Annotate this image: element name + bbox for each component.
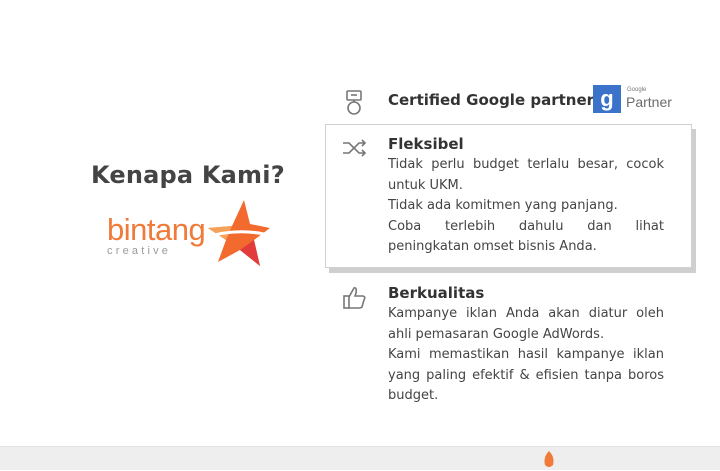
feature-description: Kampanye iklan Anda akan diatur oleh ahl… (388, 304, 664, 407)
feature-line: Coba terlebih dahulu dan lihat peningkat… (388, 218, 664, 255)
partner-badge-label: Partner (626, 94, 672, 110)
feature-berkualitas: Berkualitas Kampanye iklan Anda akan dia… (338, 284, 678, 403)
section-heading: Kenapa Kami? (91, 161, 285, 189)
star-icon (204, 200, 270, 266)
logo-subtitle: creative (107, 245, 172, 257)
feature-line: Kami memastikan hasil kampanye iklan yan… (388, 347, 664, 403)
feature-line: Tidak perlu budget terlalu besar, cocok … (388, 157, 664, 193)
google-partner-badge: g Google Partner (593, 85, 673, 115)
feature-title: Berkualitas (388, 284, 485, 302)
footer-bar (0, 446, 720, 470)
logo-wordmark: bintang (107, 212, 206, 247)
badge-icon (346, 90, 362, 115)
shuffle-icon (343, 139, 367, 157)
partner-badge-small: Google (627, 87, 647, 93)
feature-line: Kampanye iklan Anda akan diatur oleh ahl… (388, 306, 664, 342)
feature-fleksibel: Fleksibel Tidak perlu budget terlalu bes… (338, 135, 678, 265)
feature-title: Certified Google partner. (388, 91, 598, 109)
google-g-icon: g (593, 85, 621, 113)
brand-mark-icon (544, 451, 554, 467)
feature-line: Tidak ada komitmen yang panjang. (388, 198, 618, 213)
thumbs-up-icon (343, 287, 366, 309)
feature-description: Tidak perlu budget terlalu besar, cocok … (388, 155, 664, 258)
feature-title: Fleksibel (388, 135, 464, 153)
bintang-creative-logo: bintang creative (104, 198, 274, 270)
